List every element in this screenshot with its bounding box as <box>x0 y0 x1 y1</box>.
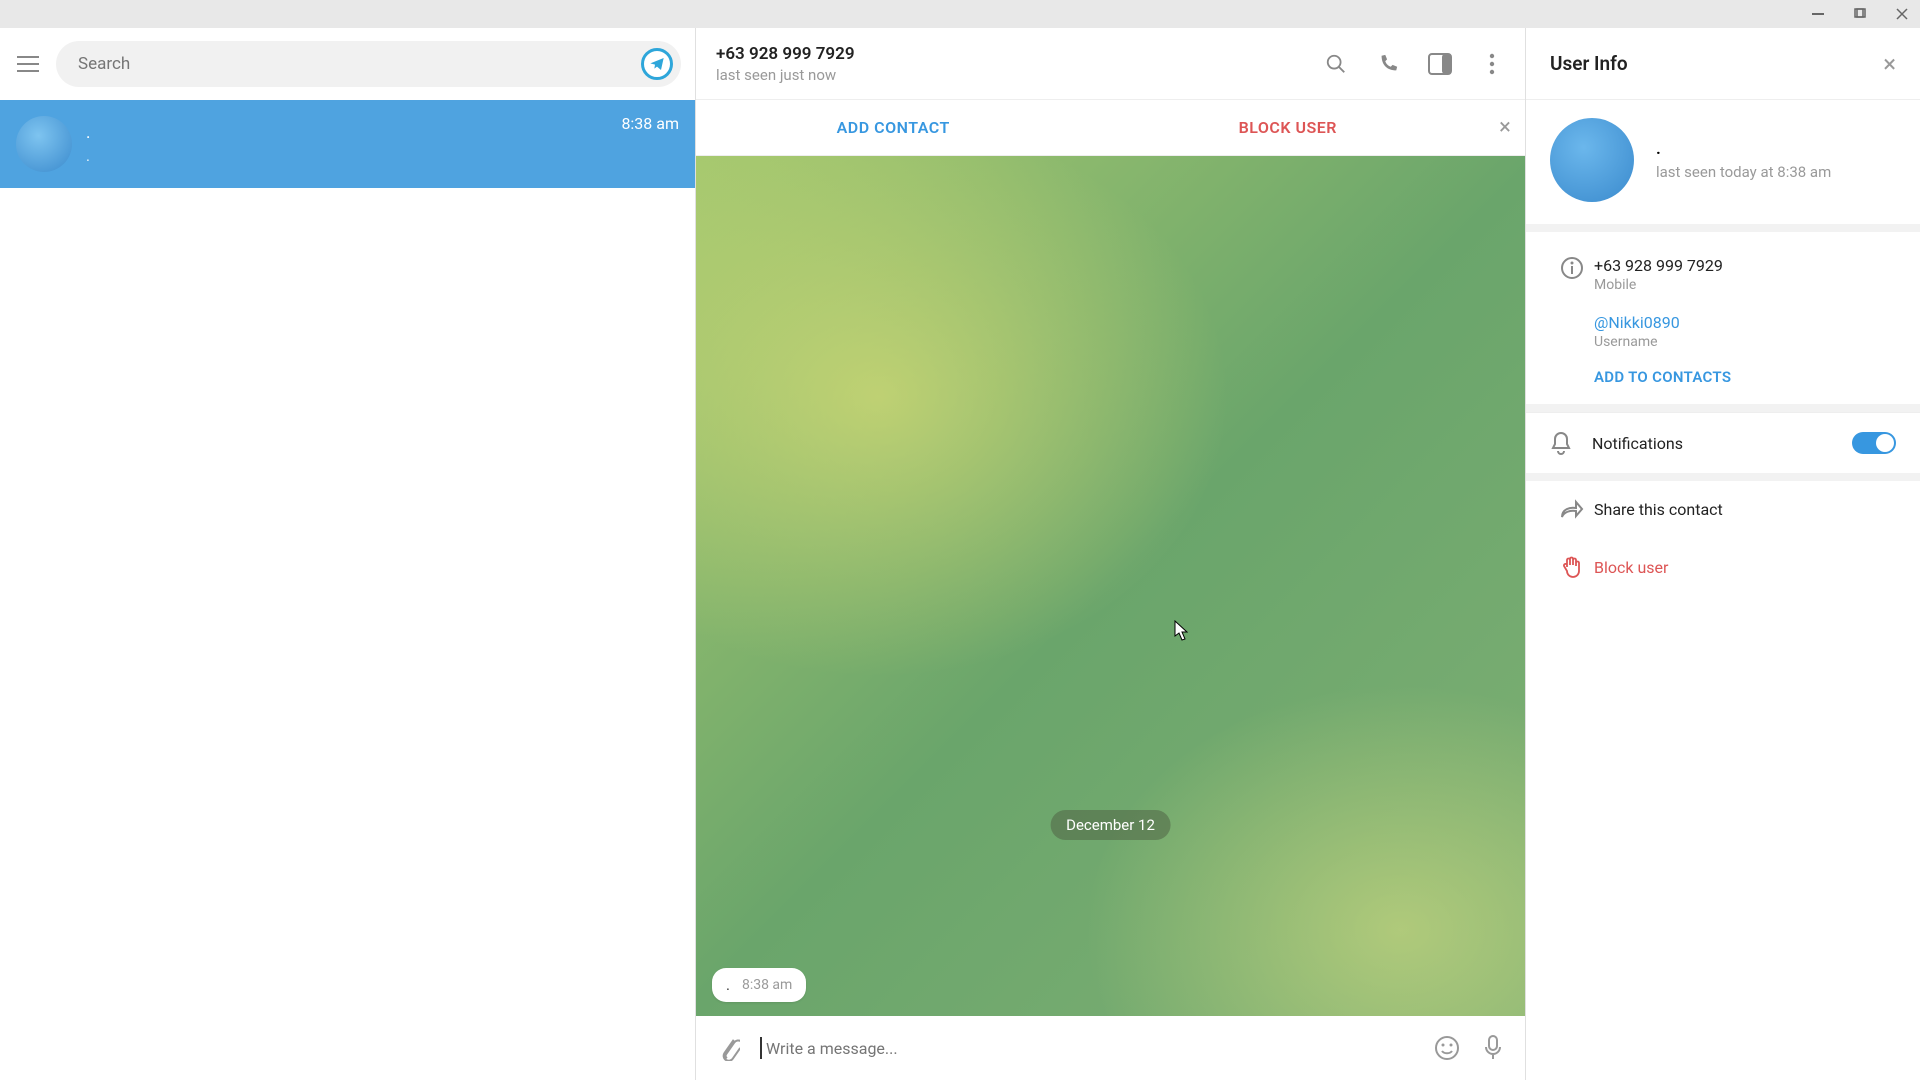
chat-header[interactable]: +63 928 999 7929 last seen just now <box>696 28 1525 100</box>
call-icon[interactable] <box>1375 51 1401 77</box>
message-input[interactable] <box>766 1039 1415 1058</box>
profile-name: . <box>1656 139 1831 159</box>
chat-list-item[interactable]: . . 8:38 am <box>0 100 695 188</box>
avatar <box>16 116 72 172</box>
voice-icon[interactable] <box>1479 1034 1507 1062</box>
user-info-panel: User Info × . last seen today at 8:38 am… <box>1526 28 1920 1080</box>
block-label: Block user <box>1594 558 1668 577</box>
window-minimize-icon[interactable] <box>1806 2 1830 26</box>
message-time: 8:38 am <box>742 977 792 993</box>
phone-label: Mobile <box>1594 277 1896 293</box>
profile-avatar[interactable] <box>1550 118 1634 202</box>
hand-icon <box>1550 555 1594 579</box>
share-contact-button[interactable]: Share this contact <box>1526 481 1920 537</box>
window-maximize-icon[interactable] <box>1848 2 1872 26</box>
profile-header: . last seen today at 8:38 am <box>1526 100 1920 232</box>
text-caret <box>760 1037 762 1059</box>
info-username-row[interactable]: @Nikki0890 Username <box>1550 303 1896 360</box>
chat-title: +63 928 999 7929 <box>716 44 1323 64</box>
add-to-contacts-button[interactable]: ADD TO CONTACTS <box>1594 368 1896 386</box>
info-phone-row[interactable]: +63 928 999 7929 Mobile <box>1550 246 1896 303</box>
search-icon[interactable] <box>1323 51 1349 77</box>
banner-close-icon[interactable]: × <box>1485 115 1525 140</box>
sidebar: . . 8:38 am <box>0 28 696 1080</box>
chat-subtitle: last seen just now <box>716 66 1323 84</box>
attach-icon[interactable] <box>714 1034 742 1062</box>
contact-banner: ADD CONTACT BLOCK USER × <box>696 100 1525 156</box>
block-user-button[interactable]: BLOCK USER <box>1091 118 1486 137</box>
bell-icon <box>1550 431 1572 455</box>
chat-messages-area: December 12 . 8:38 am <box>696 156 1525 1016</box>
share-label: Share this contact <box>1594 500 1723 519</box>
add-contact-button[interactable]: ADD CONTACT <box>696 118 1091 137</box>
block-user-row[interactable]: Block user <box>1526 537 1920 597</box>
panel-title: User Info <box>1550 52 1883 75</box>
panel-close-icon[interactable]: × <box>1883 50 1896 78</box>
sidepanel-icon[interactable] <box>1427 51 1453 77</box>
window-close-icon[interactable] <box>1890 2 1914 26</box>
phone-value: +63 928 999 7929 <box>1594 256 1896 275</box>
notifications-row[interactable]: Notifications <box>1526 412 1920 481</box>
emoji-icon[interactable] <box>1433 1034 1461 1062</box>
chat-item-name: . <box>86 123 621 143</box>
telegram-logo-icon <box>641 48 673 80</box>
window-titlebar <box>0 0 1920 28</box>
chat-pane: +63 928 999 7929 last seen just now AD <box>696 28 1526 1080</box>
username-label: Username <box>1594 334 1896 350</box>
compose-bar <box>696 1016 1525 1080</box>
chat-item-preview: . <box>86 147 621 165</box>
date-separator: December 12 <box>1050 810 1171 840</box>
notifications-label: Notifications <box>1592 434 1852 453</box>
profile-status: last seen today at 8:38 am <box>1656 163 1831 181</box>
mouse-cursor-icon <box>1174 620 1188 642</box>
info-icon <box>1550 256 1594 280</box>
username-value: @Nikki0890 <box>1594 313 1896 332</box>
menu-icon[interactable] <box>14 50 42 78</box>
notifications-toggle[interactable] <box>1852 432 1896 454</box>
search-field[interactable] <box>56 41 681 87</box>
message-bubble[interactable]: . 8:38 am <box>712 968 806 1002</box>
search-input[interactable] <box>78 54 641 74</box>
share-icon <box>1550 499 1594 519</box>
chat-item-time: 8:38 am <box>621 114 679 133</box>
more-icon[interactable] <box>1479 51 1505 77</box>
message-text: . <box>726 976 730 994</box>
